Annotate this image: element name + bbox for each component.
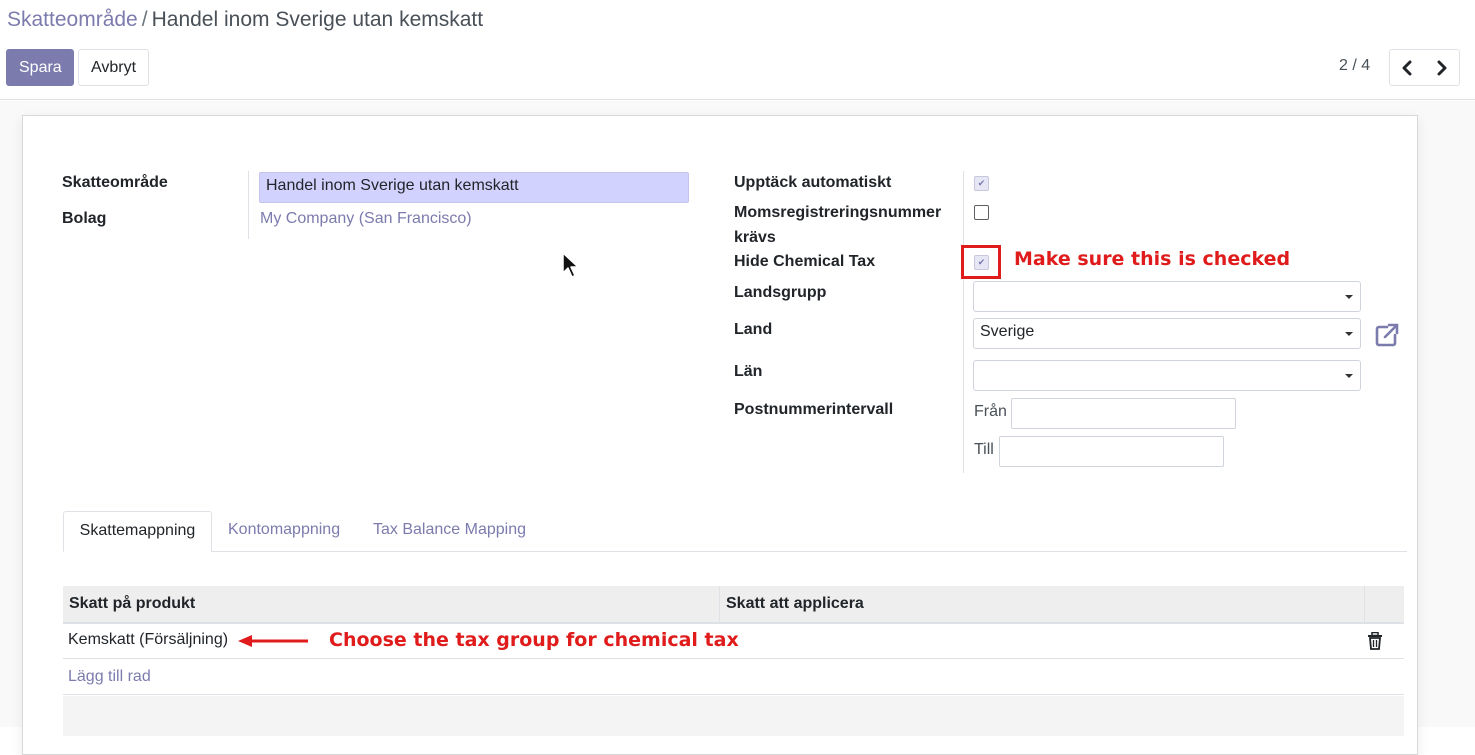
control-panel: Skatteområde / Handel inom Sverige utan ke… (0, 0, 1475, 100)
pager-previous-button[interactable] (1389, 49, 1425, 86)
zip-to-input[interactable] (999, 436, 1224, 467)
country-label: Land (734, 321, 773, 338)
external-link-icon[interactable] (1374, 322, 1400, 348)
company-link[interactable]: My Company (San Francisco) (260, 210, 472, 228)
add-line-link[interactable]: Lägg till rad (68, 668, 151, 686)
tabs-divider (63, 551, 1407, 552)
auto-apply-checkbox[interactable]: ✔ (974, 176, 989, 191)
tab-account-mapping-label: Kontomappning (228, 521, 341, 538)
check-icon: ✔ (977, 178, 986, 188)
state-label: Län (734, 363, 763, 380)
right-group-divider (963, 171, 964, 473)
annotation-highlight-box (961, 245, 1001, 279)
caret-down-icon (1345, 374, 1353, 378)
zip-to-label: Till (974, 441, 994, 458)
chevron-right-icon (1437, 60, 1446, 75)
tab-account-mapping[interactable]: Kontomappning (228, 511, 340, 551)
trash-icon[interactable] (1367, 632, 1383, 650)
caret-down-icon (1345, 295, 1353, 299)
zip-from-label: Från (974, 403, 1007, 420)
annotation-arrow-icon (238, 635, 308, 647)
country-group-select[interactable] (973, 281, 1361, 312)
breadcrumb: Skatteområde / Handel inom Sverige utan ke… (7, 7, 483, 33)
pager-next-button[interactable] (1424, 49, 1460, 86)
country-select[interactable]: Sverige (973, 318, 1361, 349)
pager-value[interactable]: 2 / 4 (1339, 57, 1370, 75)
tab-tax-mapping-label: Skattemappning (79, 522, 196, 539)
country-value: Sverige (980, 323, 1035, 340)
annotation-checkbox-note: Make sure this is checked (1014, 248, 1291, 270)
left-group-divider (248, 171, 249, 239)
auto-apply-label: Upptäck automatiskt (734, 174, 892, 191)
form-sheet: Skatteområde Bolag Handel inom Sverige u… (22, 115, 1418, 755)
column-header-actions (1364, 586, 1404, 622)
tab-tax-balance-mapping-label: Tax Balance Mapping (373, 521, 526, 538)
column-header-tax-dest[interactable]: Skatt att applicera (719, 586, 1364, 622)
cell-tax-src[interactable]: Kemskatt (Försäljning) (63, 624, 233, 656)
name-input[interactable]: Handel inom Sverige utan kemskatt (259, 172, 689, 203)
add-line-row: Lägg till rad (63, 660, 1404, 695)
name-label: Skatteområde (62, 174, 168, 191)
vat-required-checkbox[interactable] (974, 205, 989, 220)
save-button[interactable]: Spara (6, 49, 74, 86)
country-group-label: Landsgrupp (734, 284, 827, 301)
zip-range-label: Postnummerintervall (734, 401, 894, 418)
breadcrumb-current: Handel inom Sverige utan kemskatt (151, 8, 484, 31)
chevron-left-icon (1402, 60, 1412, 75)
tab-tax-mapping[interactable]: Skattemappning (63, 511, 212, 552)
vat-required-label: Momsregistreringsnummer (734, 204, 942, 221)
breadcrumb-separator: / (141, 8, 148, 31)
mouse-cursor-icon (562, 252, 579, 278)
table-header: Skatt på produkt Skatt att applicera (63, 586, 1404, 624)
zip-from-input[interactable] (1011, 398, 1236, 429)
annotation-row-note: Choose the tax group for chemical tax (329, 629, 739, 651)
breadcrumb-parent-link[interactable]: Skatteområde (7, 8, 138, 31)
column-header-tax-src[interactable]: Skatt på produkt (63, 586, 719, 622)
discard-button[interactable]: Avbryt (78, 49, 149, 86)
state-select[interactable] (973, 360, 1361, 391)
caret-down-icon (1345, 332, 1353, 336)
table-empty-row (63, 696, 1404, 736)
hide-chemical-tax-label: Hide Chemical Tax (734, 253, 876, 270)
tab-tax-balance-mapping[interactable]: Tax Balance Mapping (373, 511, 526, 551)
vat-required-label-line2: krävs (734, 229, 776, 246)
company-label: Bolag (62, 210, 107, 227)
